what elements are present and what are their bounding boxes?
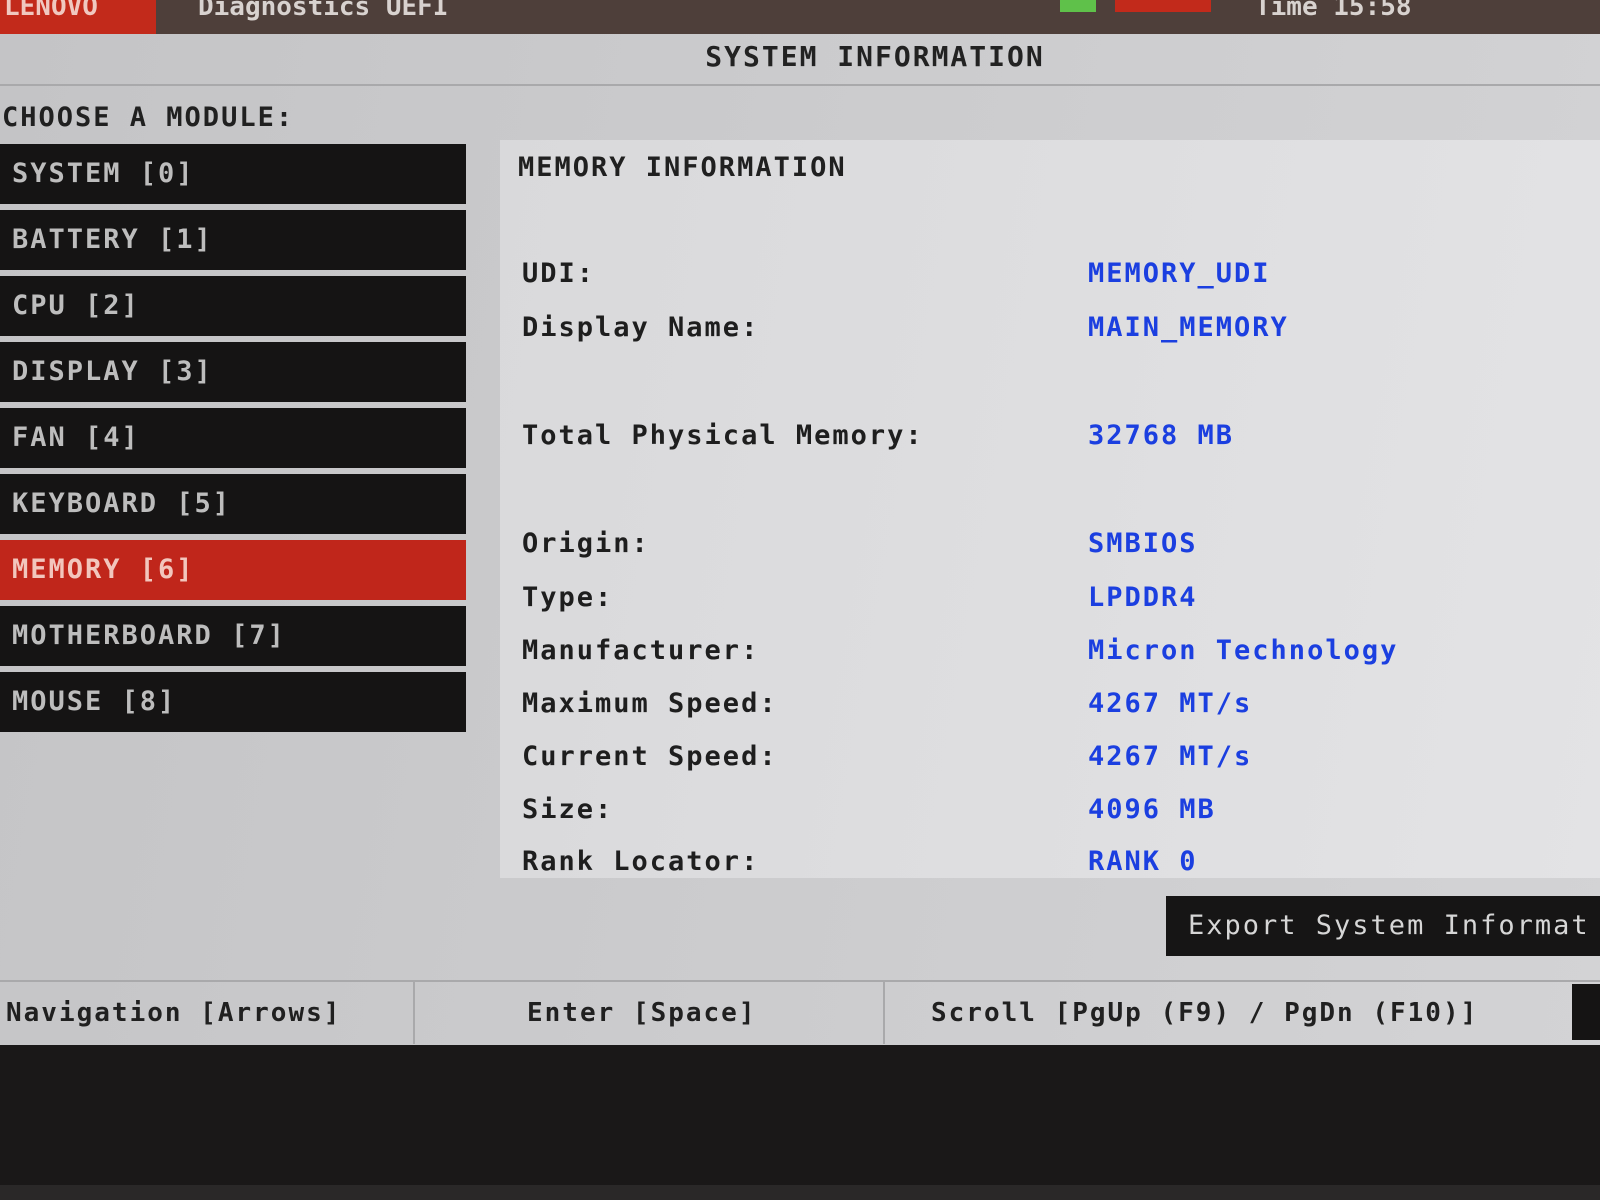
module-item-fan[interactable]: FAN [4] [0,408,466,468]
panel-heading: MEMORY INFORMATION [518,152,847,183]
info-value: MEMORY_UDI [1088,258,1271,289]
info-row-display-name: Display Name: MAIN_MEMORY [500,312,1600,352]
module-item-system[interactable]: SYSTEM [0] [0,144,466,204]
module-item-memory[interactable]: MEMORY [6] [0,540,466,600]
corner-block [1572,984,1600,1040]
info-row-udi: UDI: MEMORY_UDI [500,258,1600,298]
module-item-battery[interactable]: BATTERY [1] [0,210,466,270]
info-value: 4267 MT/s [1088,741,1253,772]
info-label: Maximum Speed: [522,688,778,719]
clock-readout: Time 15:58 [1255,0,1412,22]
info-row-current-speed: Current Speed: 4267 MT/s [500,741,1600,781]
info-row-max-speed: Maximum Speed: 4267 MT/s [500,688,1600,728]
hint-enter: Enter [Space] [415,982,885,1044]
page-title: SYSTEM INFORMATION [705,40,1045,73]
module-chooser-label: CHOOSE A MODULE: [2,102,295,133]
info-row-rank-locator: Rank Locator: RANK 0 [500,846,1600,878]
app-title: Diagnostics UEFI [198,0,449,22]
module-item-cpu[interactable]: CPU [2] [0,276,466,336]
info-label: Current Speed: [522,741,778,772]
info-value: Micron Technology [1088,635,1399,666]
info-label: Size: [522,794,614,825]
module-item-mouse[interactable]: MOUSE [8] [0,672,466,732]
info-row-size: Size: 4096 MB [500,794,1600,834]
info-row-manufacturer: Manufacturer: Micron Technology [500,635,1600,675]
module-item-motherboard[interactable]: MOTHERBOARD [7] [0,606,466,666]
info-value: 4096 MB [1088,794,1216,825]
info-label: UDI: [522,258,596,289]
memory-info-panel[interactable]: MEMORY INFORMATION UDI: MEMORY_UDI Displ… [500,140,1600,878]
info-row-total-memory: Total Physical Memory: 32768 MB [500,420,1600,460]
info-value: 32768 MB [1088,420,1235,451]
top-status-bar: LENOVO Diagnostics UEFI Time 15:58 [0,0,1600,34]
info-value: SMBIOS [1088,528,1198,559]
hint-navigation: Navigation [Arrows] [0,982,415,1044]
info-value: MAIN_MEMORY [1088,312,1289,343]
info-label: Type: [522,582,614,613]
module-item-display[interactable]: DISPLAY [3] [0,342,466,402]
info-row-origin: Origin: SMBIOS [500,528,1600,568]
info-value: 4267 MT/s [1088,688,1253,719]
info-value: RANK 0 [1088,846,1198,877]
key-hint-bar: Navigation [Arrows] Enter [Space] Scroll… [0,980,1600,1044]
info-label: Rank Locator: [522,846,760,877]
export-system-information-button[interactable]: Export System Informat [1166,896,1600,956]
info-label: Origin: [522,528,650,559]
info-row-type: Type: LPDDR4 [500,582,1600,622]
battery-status-icon [1060,0,1096,12]
info-label: Total Physical Memory: [522,420,924,451]
info-label: Display Name: [522,312,760,343]
info-value: LPDDR4 [1088,582,1198,613]
hint-scroll: Scroll [PgUp (F9) / PgDn (F10)] [931,998,1479,1028]
module-item-keyboard[interactable]: KEYBOARD [5] [0,474,466,534]
info-label: Manufacturer: [522,635,760,666]
brand-logo: LENOVO [0,0,156,34]
status-badge [1115,0,1211,12]
monitor-bezel [0,1185,1600,1200]
page-header: SYSTEM INFORMATION [0,34,1600,86]
uefi-screen: LENOVO Diagnostics UEFI Time 15:58 SYSTE… [0,0,1600,1045]
